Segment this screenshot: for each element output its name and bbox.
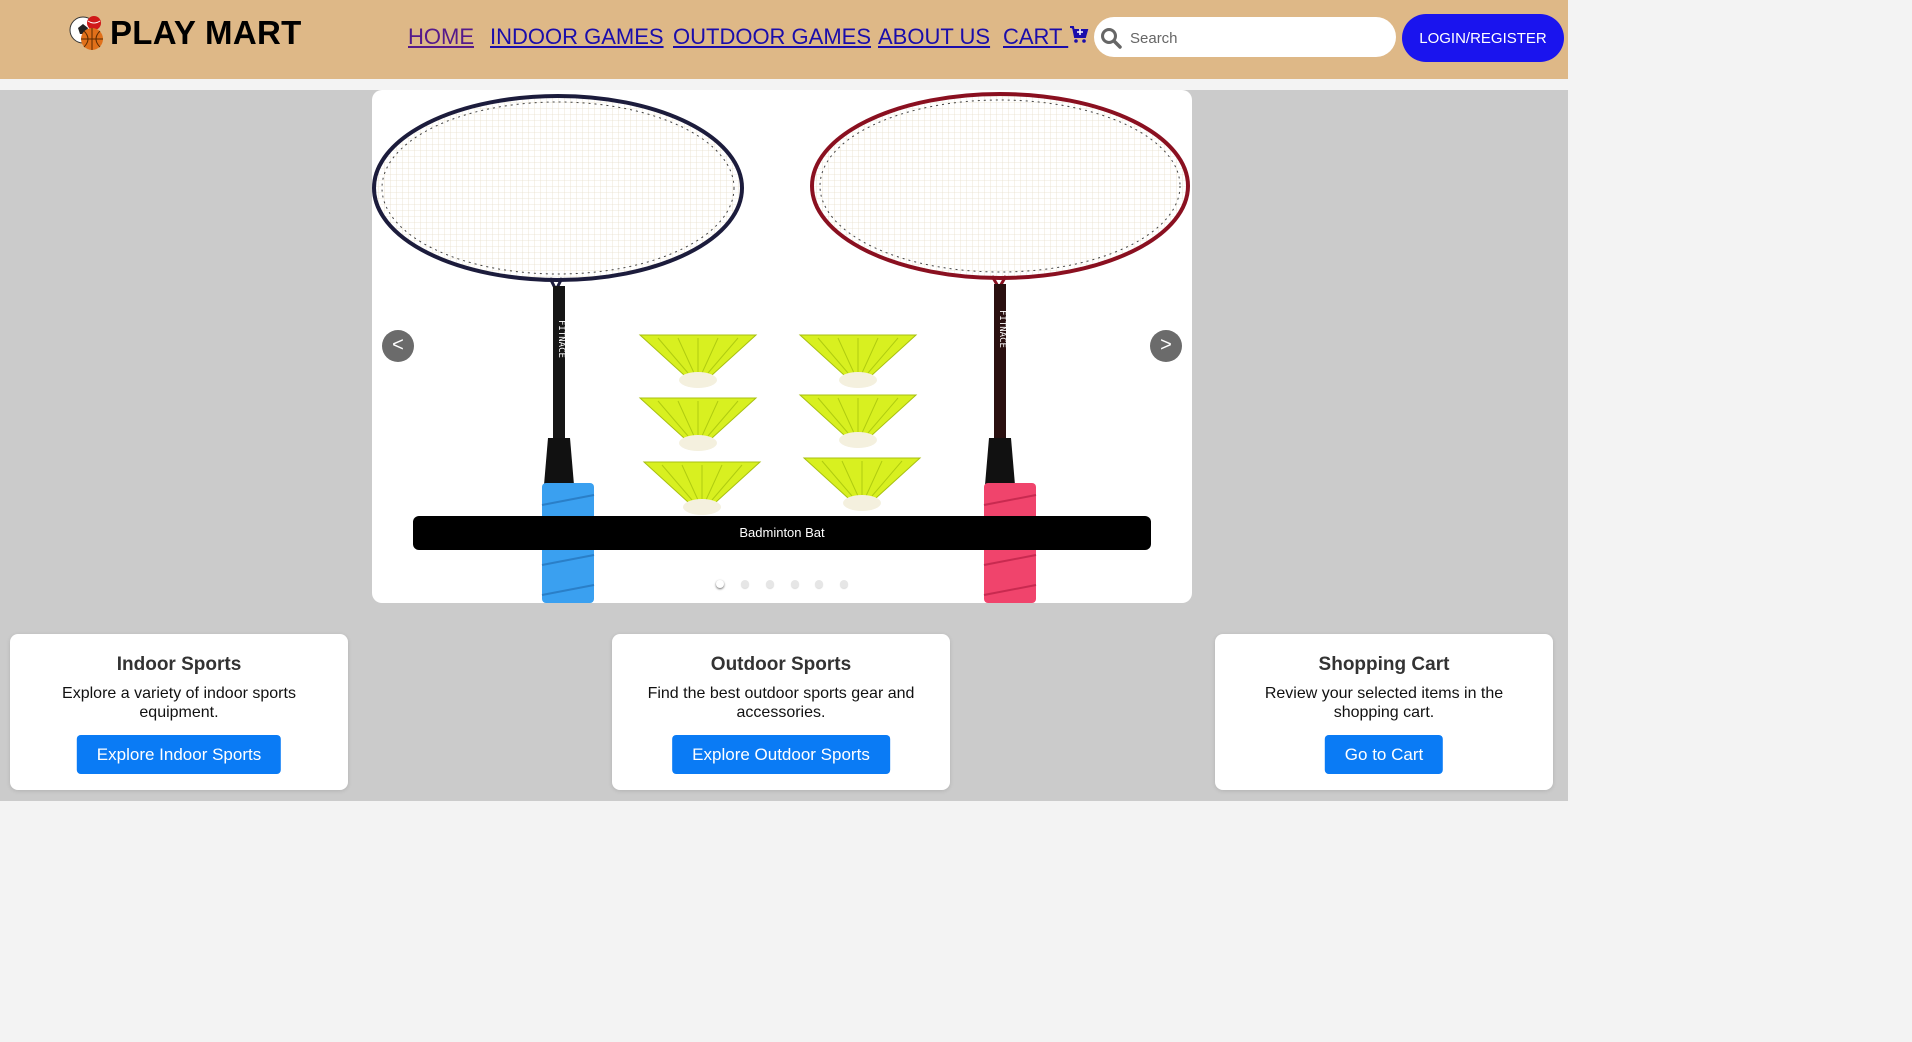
nav-home[interactable]: HOME [408, 24, 474, 50]
carousel-dot[interactable] [791, 580, 799, 588]
racket-print-right: FITNACE [997, 310, 1007, 348]
card-title: Outdoor Sports [710, 654, 852, 675]
racket-print-left: FITNACE [556, 320, 566, 358]
card-title: Shopping Cart [1318, 654, 1450, 675]
login-register-button[interactable]: LOGIN/REGISTER [1402, 14, 1564, 62]
explore-indoor-sports-button[interactable]: Explore Indoor Sports [76, 735, 282, 774]
brand-name: PLAY MART [110, 14, 302, 51]
carousel-dot[interactable] [741, 580, 749, 588]
shuttlecocks [638, 334, 922, 515]
nav-cart-label: CART [1003, 24, 1069, 49]
search-icon [1101, 28, 1122, 49]
search-box [1094, 17, 1396, 57]
nav-cart[interactable]: CART [1003, 24, 1089, 50]
carousel-dot[interactable] [716, 580, 724, 588]
explore-outdoor-sports-button[interactable]: Explore Outdoor Sports [672, 735, 890, 774]
indoor-sports-card: Indoor Sports Explore a variety of indoo… [10, 634, 348, 790]
shopping-cart-icon [1070, 26, 1089, 43]
carousel-dot[interactable] [815, 580, 823, 588]
shopping-cart-card: Shopping Cart Review your selected items… [1215, 634, 1553, 790]
carousel-dot[interactable] [766, 580, 774, 588]
card-text: Review your selected items in the shoppi… [1264, 685, 1504, 721]
brand-logo[interactable]: PLAY MART [68, 13, 302, 53]
card-text: Find the best outdoor sports gear and ac… [647, 685, 915, 721]
search-input[interactable] [1128, 25, 1387, 51]
go-to-cart-button[interactable]: Go to Cart [1324, 735, 1444, 774]
outdoor-sports-card: Outdoor Sports Find the best outdoor spo… [612, 634, 950, 790]
image-carousel: FITNACE FITNACE < > Badminton Bat [372, 90, 1192, 603]
carousel-dot[interactable] [840, 580, 848, 588]
site-header: PLAY MART HOME INDOOR GAMES OUTDOOR GAME… [0, 0, 1568, 79]
carousel-caption: Badminton Bat [413, 516, 1151, 550]
carousel-next-button[interactable]: > [1150, 330, 1182, 362]
nav-outdoor-games[interactable]: OUTDOOR GAMES [673, 24, 871, 50]
sports-balls-icon [69, 16, 103, 50]
card-title: Indoor Sports [116, 654, 242, 675]
nav-about-us[interactable]: ABOUT US [878, 24, 990, 50]
card-text: Explore a variety of indoor sports equip… [62, 685, 296, 721]
nav-indoor-games[interactable]: INDOOR GAMES [490, 24, 664, 50]
carousel-prev-button[interactable]: < [382, 330, 414, 362]
